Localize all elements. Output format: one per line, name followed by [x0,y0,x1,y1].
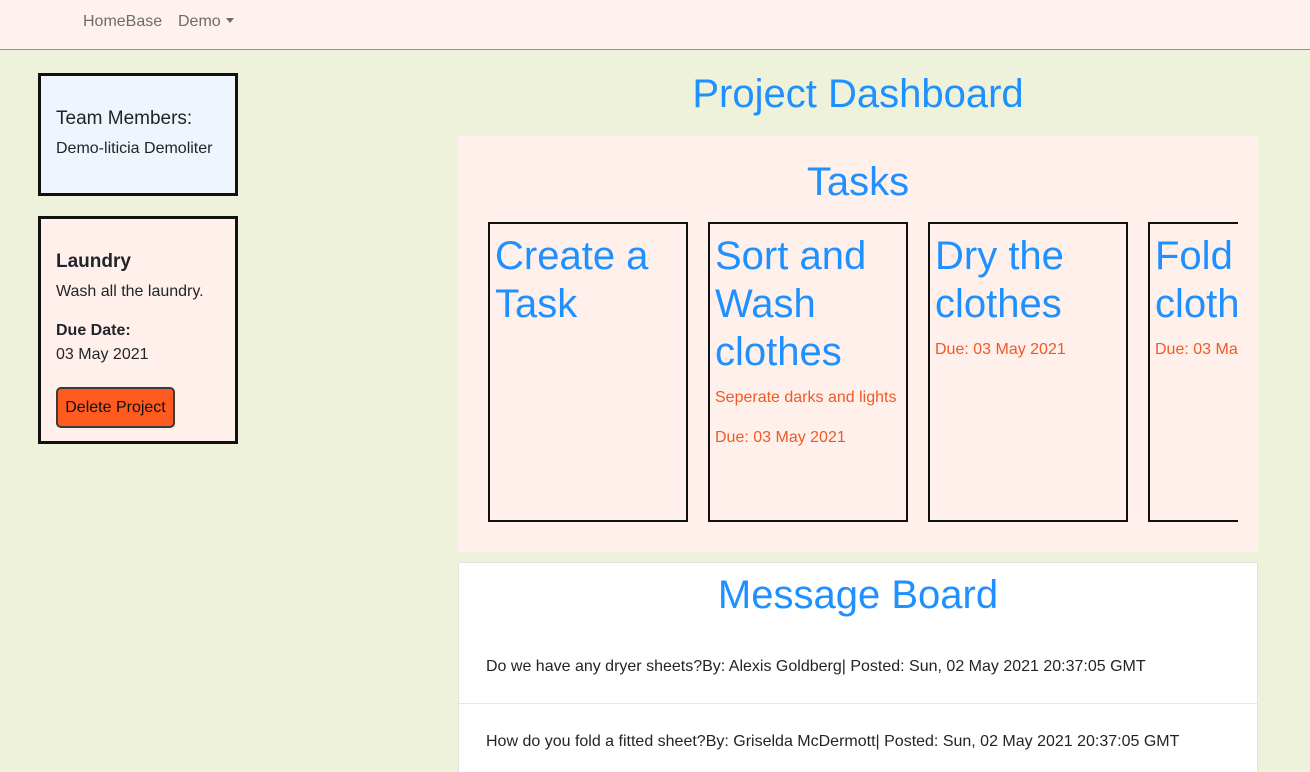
team-members-title: Team Members: [56,108,193,129]
task-due: Due: 03 May 2021 [715,429,846,446]
nav-demo-label: Demo [178,13,221,30]
tasks-title: Tasks [806,160,910,204]
project-due-label: Due Date: [56,322,131,339]
team-member-name: Demo-liticia Demoliter [56,140,213,157]
tasks-panel: Tasks Create a Task Sort and Wash clothe… [458,136,1258,552]
project-description: Wash all the laundry. [56,283,204,300]
task-card-create[interactable]: Create a Task [488,222,688,522]
nav-demo-dropdown[interactable]: Demo [178,12,234,32]
project-title: Laundry [56,251,131,272]
task-title: Dry the clothes [935,234,1064,326]
message-board-panel: Message Board Do we have any dryer sheet… [458,562,1258,772]
message-board-title: Message Board [717,573,999,617]
message-item: How do you fold a fitted sheet?By: Grise… [459,732,1257,752]
navbar: HomeBase Demo [0,0,1310,50]
team-members-card: Team Members: Demo-liticia Demoliter [38,73,238,196]
message-author: By: Alexis Goldberg [702,658,842,675]
message-item: Do we have any dryer sheets?By: Alexis G… [459,657,1257,677]
page-title: Project Dashboard [692,72,1024,116]
nav-home-link[interactable]: HomeBase [83,12,162,32]
message-text: Do we have any dryer sheets? [486,658,703,675]
task-title: Fold cloth [1155,234,1238,326]
task-description: Seperate darks and lights [715,389,897,406]
task-card[interactable]: Dry the clothes Due: 03 May 2021 [928,222,1128,522]
task-due: Due: 03 May 2021 [935,341,1066,358]
message-author: By: Griselda McDermott [705,733,876,750]
message-posted: | Posted: Sun, 02 May 2021 20:37:05 GMT [875,733,1180,750]
tasks-scroller[interactable]: Create a Task Sort and Wash clothes Sepe… [488,222,1238,522]
message-posted: | Posted: Sun, 02 May 2021 20:37:05 GMT [841,658,1146,675]
caret-down-icon [225,18,234,23]
task-card[interactable]: Sort and Wash clothes Seperate darks and… [708,222,908,522]
task-card[interactable]: Fold cloth Due: 03 Ma [1148,222,1238,522]
task-title: Sort and Wash clothes [715,234,867,374]
project-card: Laundry Wash all the laundry. Due Date: … [38,216,238,444]
delete-project-button[interactable]: Delete Project [56,387,175,428]
message-divider [459,703,1257,704]
message-text: How do you fold a fitted sheet? [486,733,706,750]
task-due: Due: 03 Ma [1155,341,1238,358]
task-title: Create a Task [495,234,649,326]
project-due-value: 03 May 2021 [56,346,149,363]
